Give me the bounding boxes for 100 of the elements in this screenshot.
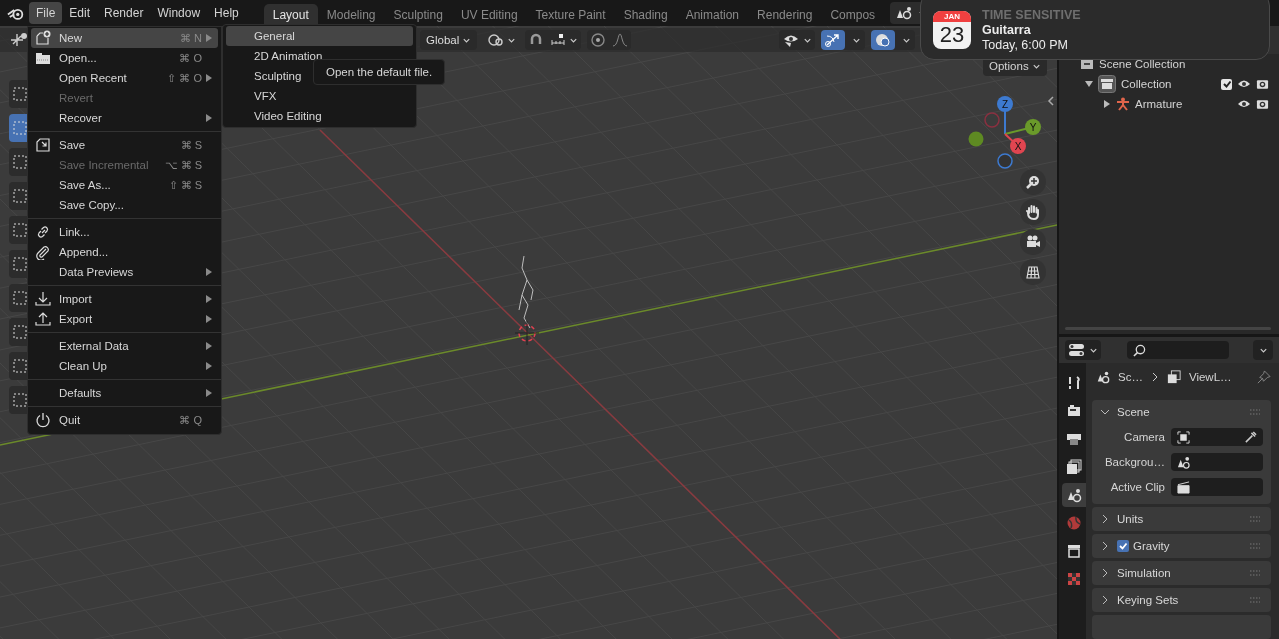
drag-handle-icon[interactable] bbox=[1249, 516, 1261, 522]
workspace-tab[interactable]: Texture Paint bbox=[526, 4, 615, 26]
workspace-tab[interactable]: Layout bbox=[263, 4, 318, 26]
expanded-triangle-icon[interactable] bbox=[1085, 80, 1093, 88]
toggles-icon bbox=[1068, 343, 1086, 357]
menu-item[interactable]: Window bbox=[150, 2, 208, 24]
collection-icon bbox=[1066, 543, 1082, 559]
menu-item[interactable]: Import bbox=[31, 289, 218, 309]
view-layer-icon bbox=[1166, 370, 1181, 384]
eye-icon[interactable] bbox=[1237, 99, 1251, 109]
camera-object-icon bbox=[1177, 430, 1190, 444]
menu-item[interactable]: File bbox=[29, 2, 63, 24]
menu-item[interactable]: Edit bbox=[62, 2, 98, 24]
texture-icon bbox=[1066, 571, 1082, 587]
visibility-button[interactable] bbox=[779, 30, 815, 50]
menu-item[interactable]: Open... ⌘ O bbox=[31, 48, 218, 68]
gizmo-toggle[interactable] bbox=[821, 30, 845, 50]
overlays-toggle[interactable] bbox=[871, 30, 895, 50]
panel-title[interactable]: Keying Sets bbox=[1117, 594, 1179, 606]
outliner-item[interactable]: Armature bbox=[1135, 98, 1183, 110]
editor-type-button[interactable] bbox=[1065, 340, 1101, 360]
scene-icon bbox=[1066, 487, 1082, 503]
outliner-item[interactable]: Scene Collection bbox=[1099, 58, 1186, 70]
menu-item[interactable]: Video Editing bbox=[226, 106, 413, 126]
chevron-right-icon[interactable] bbox=[1100, 514, 1110, 524]
menu-item[interactable]: Link... bbox=[31, 222, 218, 242]
menu-item[interactable]: Save ⌘ S bbox=[31, 135, 218, 155]
chevron-right-icon[interactable] bbox=[1100, 568, 1110, 578]
workspace-tab[interactable]: Rendering bbox=[748, 4, 822, 26]
camera-icon[interactable] bbox=[1256, 78, 1269, 90]
outliner-item[interactable]: Collection bbox=[1121, 78, 1172, 90]
pin-icon[interactable] bbox=[1256, 369, 1271, 385]
drag-handle-icon[interactable] bbox=[1249, 597, 1261, 603]
options-button[interactable] bbox=[1253, 340, 1273, 360]
field-input[interactable] bbox=[1171, 428, 1263, 446]
breadcrumb-item[interactable]: Sc… bbox=[1118, 371, 1143, 383]
menu-item[interactable]: New ⌘ N bbox=[31, 28, 218, 48]
field-input[interactable] bbox=[1171, 453, 1263, 471]
panel-title[interactable]: Gravity bbox=[1133, 540, 1170, 552]
view-layer-icon bbox=[1066, 459, 1082, 475]
chevron-down-icon[interactable] bbox=[1100, 407, 1110, 417]
menu-item[interactable]: Export bbox=[31, 309, 218, 329]
menu-item[interactable]: External Data bbox=[31, 336, 218, 356]
panel-title[interactable]: Units bbox=[1117, 513, 1144, 525]
search-field[interactable] bbox=[1127, 341, 1229, 359]
navigation-gizmo-drawing[interactable]: Z Y X bbox=[960, 90, 1050, 170]
checkbox[interactable] bbox=[1117, 540, 1129, 552]
panel-title[interactable]: Scene bbox=[1117, 406, 1150, 418]
workspace-tab[interactable]: Shading bbox=[614, 4, 677, 26]
workspace-tab[interactable]: UV Editing bbox=[451, 4, 527, 26]
tooltip: Open the default file. bbox=[313, 59, 446, 85]
menu-item[interactable]: Quit ⌘ Q bbox=[31, 410, 218, 430]
field-label: Active Clip bbox=[1109, 481, 1166, 493]
checkbox[interactable] bbox=[1221, 78, 1232, 90]
camera-icon[interactable] bbox=[1256, 98, 1269, 110]
import-icon bbox=[35, 291, 51, 307]
field-label: Camera bbox=[1123, 431, 1166, 443]
chevron-right-icon[interactable] bbox=[1100, 595, 1110, 605]
menu-item[interactable]: Save As... ⇧ ⌘ S bbox=[31, 175, 218, 195]
workspace-tab[interactable]: Sculpting bbox=[384, 4, 452, 26]
link-icon bbox=[35, 224, 51, 240]
menu-item[interactable]: Help bbox=[207, 2, 246, 24]
menu-item[interactable]: Append... bbox=[31, 242, 218, 262]
power-icon bbox=[35, 412, 51, 428]
properties-tab[interactable] bbox=[1062, 483, 1086, 507]
field-input[interactable] bbox=[1171, 478, 1263, 496]
gizmo-icon bbox=[824, 32, 842, 48]
workspace-tab[interactable]: Compos bbox=[821, 4, 885, 26]
workspace-tab[interactable]: Animation bbox=[676, 4, 749, 26]
panel-title[interactable]: Simulation bbox=[1117, 567, 1171, 579]
eyedropper-icon[interactable] bbox=[1244, 430, 1257, 444]
drag-handle-icon[interactable] bbox=[1249, 409, 1261, 415]
drag-handle-icon[interactable] bbox=[1249, 543, 1261, 549]
collection-icon bbox=[1098, 75, 1116, 93]
menu-item[interactable]: Open Recent ⇧ ⌘ O bbox=[31, 68, 218, 88]
falloff-curve-icon bbox=[612, 32, 629, 48]
menu-item[interactable]: Render bbox=[97, 2, 151, 24]
calendar-app-icon: JAN 23 bbox=[933, 11, 971, 49]
new-file-icon bbox=[35, 30, 51, 46]
workspace-tab[interactable]: Modeling bbox=[317, 4, 385, 26]
dashed-box-icon bbox=[12, 358, 28, 374]
orientation-dropdown[interactable]: Global bbox=[420, 30, 478, 50]
menu-item[interactable]: General bbox=[226, 26, 413, 46]
dashed-box-icon bbox=[12, 154, 28, 170]
chevron-left-icon[interactable] bbox=[1047, 96, 1055, 106]
menu-item[interactable]: VFX bbox=[226, 86, 413, 106]
eye-icon[interactable] bbox=[1237, 79, 1251, 89]
dashed-box-icon bbox=[12, 290, 28, 306]
chevron-right-icon[interactable] bbox=[1100, 541, 1110, 551]
menu-item[interactable]: Data Previews bbox=[31, 262, 218, 282]
collapsed-triangle-icon[interactable] bbox=[1103, 100, 1111, 108]
breadcrumb-item[interactable]: ViewL… bbox=[1188, 371, 1232, 383]
menu-item[interactable]: Defaults bbox=[31, 383, 218, 403]
menu-item[interactable]: Recover bbox=[31, 108, 218, 128]
notification-category: TIME SENSITIVE bbox=[982, 8, 1081, 22]
menu-item[interactable]: Save Copy... bbox=[31, 195, 218, 215]
drag-handle-icon[interactable] bbox=[1249, 570, 1261, 576]
grid-icon bbox=[1025, 264, 1041, 280]
menu-item[interactable]: Clean Up bbox=[31, 356, 218, 376]
scene-icon bbox=[1177, 455, 1190, 469]
